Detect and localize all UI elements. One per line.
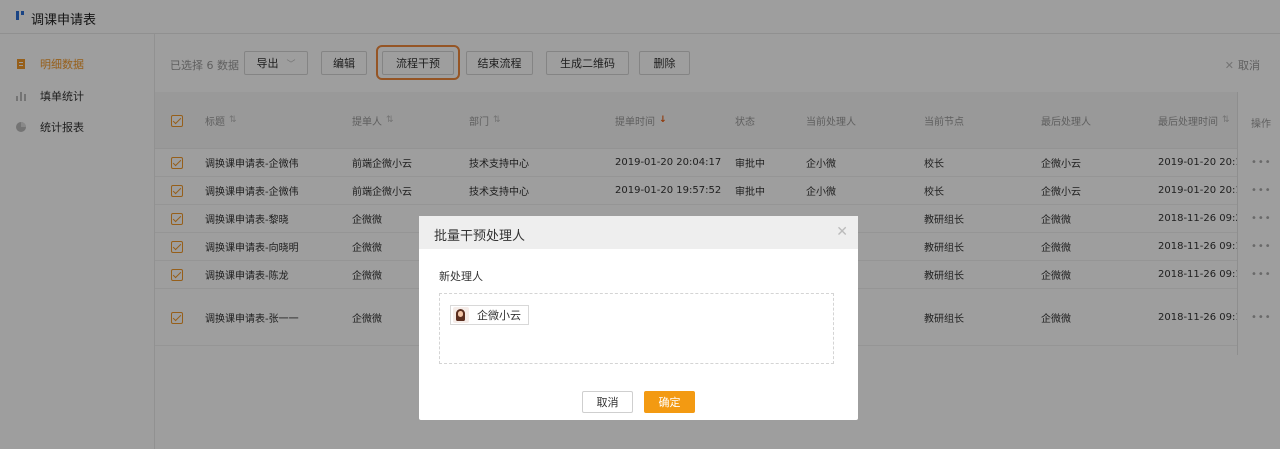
confirm-button[interactable]: 确定 <box>644 391 695 413</box>
new-handler-label: 新处理人 <box>439 270 483 283</box>
dialog-title: 批量干预处理人 <box>434 229 526 244</box>
batch-intervene-dialog: 批量干预处理人 ✕ 新处理人 企微小云 取消 确定 <box>419 216 858 420</box>
cancel-button[interactable]: 取消 <box>582 391 633 413</box>
handler-chip-name: 企微小云 <box>477 309 521 322</box>
handler-chip[interactable]: 企微小云 <box>450 305 529 325</box>
handler-picker[interactable]: 企微小云 <box>439 293 834 364</box>
avatar <box>453 307 469 323</box>
close-icon[interactable]: ✕ <box>836 224 848 240</box>
dialog-header: 批量干预处理人 ✕ <box>419 216 858 249</box>
